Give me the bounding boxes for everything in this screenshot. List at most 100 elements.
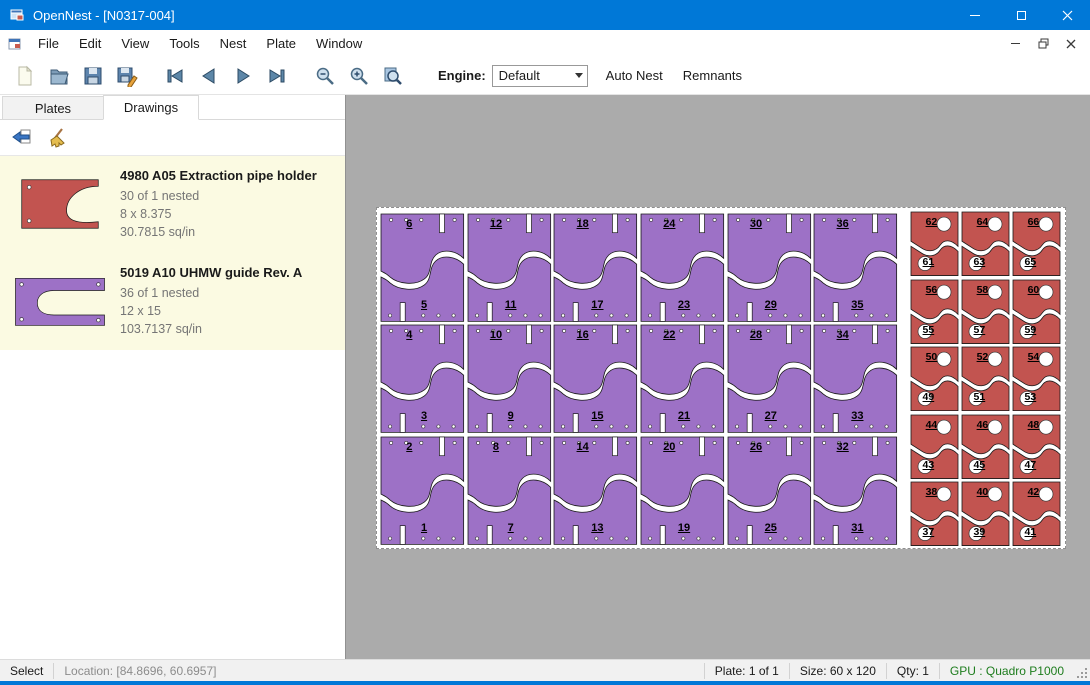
status-right-group: Plate: 1 of 1 Size: 60 x 120 Qty: 1 GPU … xyxy=(704,660,1090,681)
mdi-close-button[interactable] xyxy=(1064,37,1078,51)
resize-grip[interactable] xyxy=(1074,660,1090,681)
open-button[interactable] xyxy=(42,60,76,92)
nested-part-pair-red[interactable]: 66 65 xyxy=(1011,210,1062,278)
part-number: 33 xyxy=(851,410,863,422)
nested-part-pair-red[interactable]: 58 57 xyxy=(960,278,1011,346)
nested-part-pair-red[interactable]: 54 53 xyxy=(1011,345,1062,413)
nested-part-pair-red[interactable]: 60 59 xyxy=(1011,278,1062,346)
menu-view[interactable]: View xyxy=(111,30,159,57)
nested-part-pair-red[interactable]: 48 47 xyxy=(1011,413,1062,481)
mdi-restore-button[interactable] xyxy=(1036,37,1050,51)
tab-plates[interactable]: Plates xyxy=(2,96,104,119)
nested-part-pair-purple[interactable]: 12 11 xyxy=(466,212,553,323)
nested-part-pair-purple[interactable]: 26 25 xyxy=(726,435,813,546)
engine-select[interactable]: Default xyxy=(492,65,588,87)
new-button[interactable] xyxy=(8,60,42,92)
zoom-fit-button[interactable] xyxy=(376,60,410,92)
nested-part-pair-red[interactable]: 62 61 xyxy=(909,210,960,278)
maximize-button[interactable] xyxy=(998,0,1044,30)
nested-part-pair-purple[interactable]: 36 35 xyxy=(812,212,899,323)
nested-part-pair-purple[interactable]: 20 19 xyxy=(639,435,726,546)
drawings-list: 4980 A05 Extraction pipe holder 30 of 1 … xyxy=(0,156,345,659)
part-number: 14 xyxy=(577,441,589,453)
menu-bar: File Edit View Tools Nest Plate Window xyxy=(0,30,1090,57)
engine-selected-value: Default xyxy=(499,68,540,83)
nested-part-pair-red[interactable]: 50 49 xyxy=(909,345,960,413)
mdi-minimize-button[interactable] xyxy=(1008,37,1022,51)
part-number: 53 xyxy=(1025,391,1037,403)
maximize-icon xyxy=(1017,11,1026,20)
menu-window[interactable]: Window xyxy=(306,30,372,57)
first-plate-button[interactable] xyxy=(158,60,192,92)
nested-part-pair-purple[interactable]: 30 29 xyxy=(726,212,813,323)
part-number: 45 xyxy=(974,459,986,471)
part-number: 59 xyxy=(1025,324,1037,336)
save-as-button[interactable] xyxy=(110,60,144,92)
part-number: 57 xyxy=(974,324,986,336)
clear-button[interactable] xyxy=(44,124,72,152)
nested-part-pair-purple[interactable]: 32 31 xyxy=(812,435,899,546)
menu-edit[interactable]: Edit xyxy=(69,30,111,57)
next-plate-button[interactable] xyxy=(226,60,260,92)
part-number: 55 xyxy=(923,324,935,336)
nested-part-pair-purple[interactable]: 16 15 xyxy=(552,323,639,434)
menu-tools[interactable]: Tools xyxy=(159,30,209,57)
chevron-down-icon xyxy=(571,73,587,78)
nested-part-pair-purple[interactable]: 8 7 xyxy=(466,435,553,546)
purple-part-thumbnail xyxy=(12,273,108,329)
minimize-button[interactable] xyxy=(952,0,998,30)
nested-part-pair-purple[interactable]: 34 33 xyxy=(812,323,899,434)
nested-part-pair-red[interactable]: 38 37 xyxy=(909,480,960,548)
menu-file[interactable]: File xyxy=(28,30,69,57)
part-number: 48 xyxy=(1028,419,1040,431)
save-button[interactable] xyxy=(76,60,110,92)
nested-part-pair-purple[interactable]: 14 13 xyxy=(552,435,639,546)
remnants-button[interactable]: Remnants xyxy=(673,68,752,83)
part-number: 64 xyxy=(977,216,989,228)
status-gpu: GPU : Quadro P1000 xyxy=(940,660,1074,681)
drawing-size: 12 x 15 xyxy=(120,302,302,320)
menu-plate[interactable]: Plate xyxy=(256,30,306,57)
status-bar: Select Location: [84.8696, 60.6957] Plat… xyxy=(0,659,1090,681)
nested-part-pair-red[interactable]: 40 39 xyxy=(960,480,1011,548)
part-number: 61 xyxy=(923,256,935,268)
drawing-size: 8 x 8.375 xyxy=(120,205,317,223)
purple-grid: 6 5 12 11 18 17 xyxy=(379,212,899,546)
nested-part-pair-purple[interactable]: 6 5 xyxy=(379,212,466,323)
close-button[interactable] xyxy=(1044,0,1090,30)
tab-drawings[interactable]: Drawings xyxy=(103,95,199,120)
save-as-icon xyxy=(116,65,138,87)
zoom-in-icon xyxy=(348,65,370,87)
nested-part-pair-purple[interactable]: 2 1 xyxy=(379,435,466,546)
drawing-nested: 30 of 1 nested xyxy=(120,187,317,205)
nested-part-pair-purple[interactable]: 24 23 xyxy=(639,212,726,323)
part-number: 65 xyxy=(1025,256,1037,268)
nested-part-pair-purple[interactable]: 22 21 xyxy=(639,323,726,434)
nested-part-pair-purple[interactable]: 18 17 xyxy=(552,212,639,323)
nested-part-pair-red[interactable]: 52 51 xyxy=(960,345,1011,413)
nested-part-pair-red[interactable]: 42 41 xyxy=(1011,480,1062,548)
nested-part-pair-red[interactable]: 44 43 xyxy=(909,413,960,481)
part-number: 31 xyxy=(851,522,863,534)
nested-part-pair-red[interactable]: 46 45 xyxy=(960,413,1011,481)
nest-canvas[interactable]: 6 5 12 11 18 17 xyxy=(346,95,1090,659)
nested-part-pair-purple[interactable]: 4 3 xyxy=(379,323,466,434)
zoom-in-button[interactable] xyxy=(342,60,376,92)
part-thumbnail xyxy=(12,263,108,338)
part-number: 49 xyxy=(923,391,935,403)
plate-sheet[interactable]: 6 5 12 11 18 17 xyxy=(376,207,1066,549)
menu-nest[interactable]: Nest xyxy=(210,30,257,57)
last-plate-button[interactable] xyxy=(260,60,294,92)
nested-part-pair-red[interactable]: 64 63 xyxy=(960,210,1011,278)
drawing-list-item[interactable]: 5019 A10 UHMW guide Rev. A 36 of 1 neste… xyxy=(0,253,345,350)
nested-part-pair-purple[interactable]: 10 9 xyxy=(466,323,553,434)
part-number: 19 xyxy=(678,522,690,534)
nested-part-pair-red[interactable]: 56 55 xyxy=(909,278,960,346)
drawing-list-item[interactable]: 4980 A05 Extraction pipe holder 30 of 1 … xyxy=(0,156,345,253)
part-number: 6 xyxy=(406,218,412,230)
previous-plate-button[interactable] xyxy=(192,60,226,92)
zoom-out-button[interactable] xyxy=(308,60,342,92)
nested-part-pair-purple[interactable]: 28 27 xyxy=(726,323,813,434)
add-to-plate-button[interactable] xyxy=(8,124,36,152)
auto-nest-button[interactable]: Auto Nest xyxy=(596,68,673,83)
